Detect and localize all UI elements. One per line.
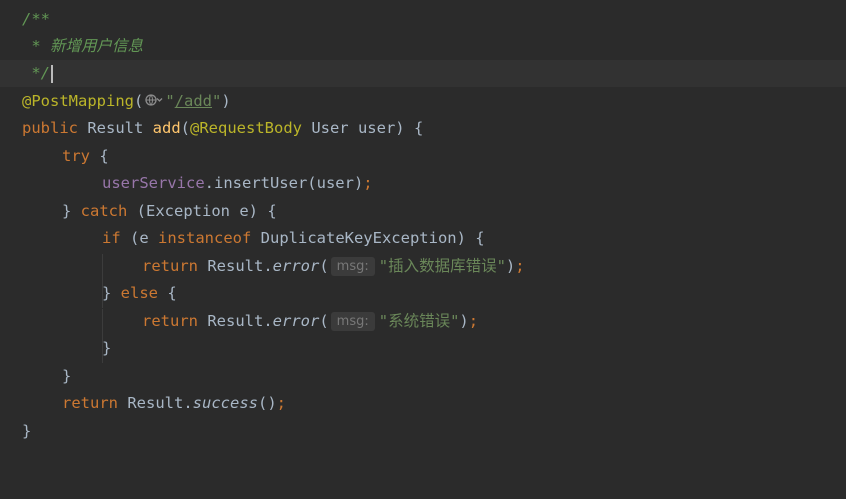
code-line[interactable]: try { bbox=[0, 143, 846, 170]
code-line[interactable]: public Result add(@RequestBody User user… bbox=[0, 115, 846, 142]
static-method: error bbox=[272, 312, 320, 330]
string-literal: "系统错误" bbox=[378, 312, 460, 330]
code-line[interactable]: return Result.success(); bbox=[0, 390, 846, 417]
code-text: Result. bbox=[198, 312, 273, 330]
code-text: Result. bbox=[118, 394, 193, 412]
code-text: (e bbox=[120, 229, 158, 247]
closing-brace: } bbox=[22, 422, 32, 440]
paren: ( bbox=[133, 92, 144, 110]
code-text: } bbox=[62, 202, 81, 220]
paren: ) bbox=[221, 92, 231, 110]
code-line[interactable]: } catch (Exception e) { bbox=[0, 198, 846, 225]
keyword: return bbox=[142, 257, 198, 275]
string-literal: "插入数据库错误" bbox=[378, 257, 506, 275]
doc-comment-open: /** bbox=[22, 10, 50, 28]
code-line[interactable]: return Result.error(msg: "插入数据库错误"); bbox=[0, 253, 846, 280]
static-method: error bbox=[272, 257, 320, 275]
globe-dropdown-icon[interactable] bbox=[145, 90, 163, 106]
doc-comment-close: */ bbox=[22, 64, 50, 82]
semicolon: ; bbox=[468, 312, 479, 330]
keyword: return bbox=[62, 394, 118, 412]
code-editor[interactable]: /** * 新增用户信息 */ @PostMapping("/add") pub… bbox=[0, 0, 846, 450]
code-text: Result. bbox=[198, 257, 273, 275]
code-line[interactable]: if (e instanceof DuplicateKeyException) … bbox=[0, 225, 846, 252]
paren: ( bbox=[180, 119, 190, 137]
semicolon: ; bbox=[515, 257, 525, 275]
keyword: return bbox=[142, 312, 198, 330]
keyword: if bbox=[102, 229, 121, 247]
keyword: public bbox=[22, 119, 78, 137]
keyword: try bbox=[62, 147, 90, 165]
code-text: DuplicateKeyException) { bbox=[251, 229, 485, 247]
code-line[interactable]: } bbox=[0, 363, 846, 390]
field-reference: userService bbox=[102, 174, 205, 192]
keyword: instanceof bbox=[158, 229, 252, 247]
text-caret bbox=[51, 65, 53, 83]
code-text: { bbox=[158, 284, 177, 302]
string-quote: " bbox=[212, 92, 222, 110]
doc-comment-text: * 新增用户信息 bbox=[22, 37, 143, 55]
string-quote: " bbox=[165, 92, 175, 110]
paren: ( bbox=[319, 312, 329, 330]
code-line-current[interactable]: */ bbox=[0, 60, 846, 87]
paren: ) bbox=[505, 257, 516, 275]
code-text: } bbox=[102, 284, 121, 302]
paren: ( bbox=[319, 257, 329, 275]
parameters: User user) { bbox=[301, 119, 424, 137]
static-method: success bbox=[192, 394, 258, 412]
mapping-url-link[interactable]: /add bbox=[175, 92, 212, 110]
semicolon: ; bbox=[276, 394, 286, 412]
code-line[interactable]: return Result.error(msg: "系统错误"); bbox=[0, 308, 846, 335]
code-text: (Exception e) { bbox=[127, 202, 277, 220]
closing-brace: } bbox=[102, 339, 112, 357]
code-line[interactable]: * 新增用户信息 bbox=[0, 33, 846, 60]
code-line[interactable]: /** bbox=[0, 6, 846, 33]
annotation-postmapping: @PostMapping bbox=[22, 92, 134, 110]
parameter-hint: msg: bbox=[330, 312, 375, 331]
return-type: Result bbox=[78, 119, 153, 137]
method-name: add bbox=[152, 119, 181, 137]
code-text: { bbox=[90, 147, 109, 165]
closing-brace: } bbox=[62, 367, 72, 385]
paren: ) bbox=[459, 312, 469, 330]
code-line[interactable]: userService.insertUser(user); bbox=[0, 170, 846, 197]
keyword: else bbox=[120, 284, 158, 302]
paren: () bbox=[257, 394, 277, 412]
parameter-hint: msg: bbox=[330, 257, 375, 276]
code-text: .insertUser(user) bbox=[204, 174, 364, 192]
code-line[interactable]: } bbox=[0, 418, 846, 445]
semicolon: ; bbox=[363, 174, 373, 192]
code-line[interactable]: } else { bbox=[0, 280, 846, 307]
code-line[interactable]: } bbox=[0, 335, 846, 362]
code-line[interactable]: @PostMapping( "/add") bbox=[0, 88, 846, 115]
annotation-requestbody: @RequestBody bbox=[190, 119, 302, 137]
keyword: catch bbox=[80, 202, 128, 220]
